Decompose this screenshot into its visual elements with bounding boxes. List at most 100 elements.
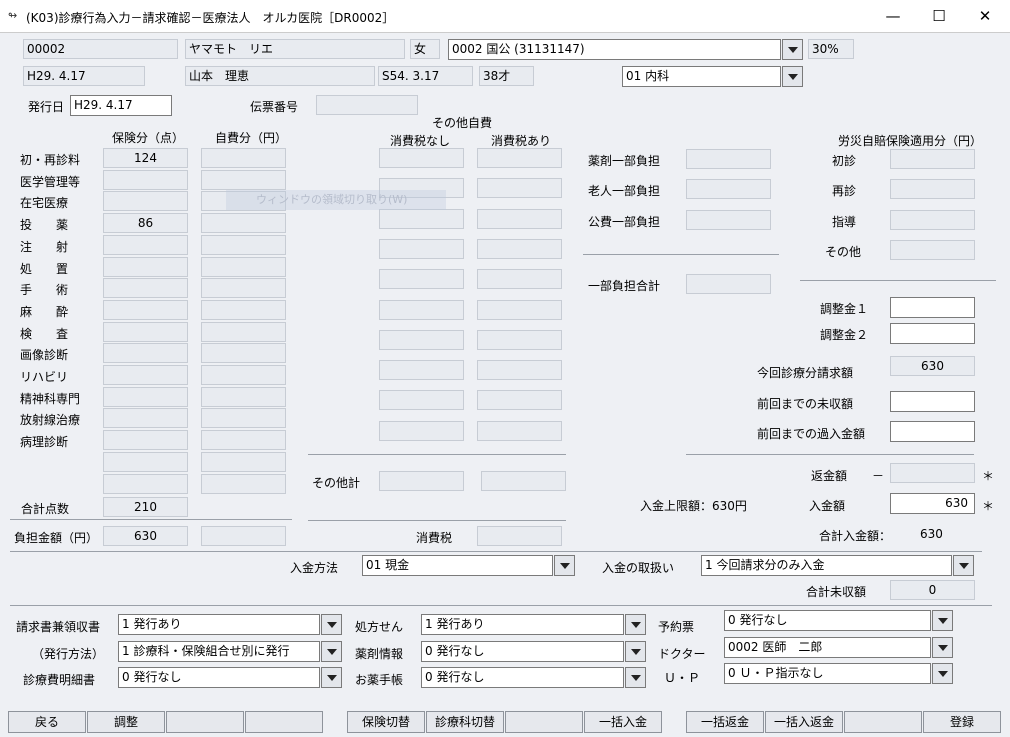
dept-switch-button[interactable]: 診療科切替 [426,711,504,733]
notebook-select[interactable]: 0 発行なし [421,667,646,688]
empty-button[interactable] [844,711,922,733]
minimize-button[interactable]: — [870,0,916,32]
insurance-select[interactable]: 0002 国公 (31131147) [448,39,803,60]
row-label: 精神科専門 [20,392,81,406]
maximize-button[interactable]: ☐ [916,0,962,32]
chevron-down-icon[interactable] [953,555,974,576]
empty-button[interactable] [166,711,244,733]
chevron-down-icon[interactable] [625,641,646,662]
bulk-refund-button[interactable]: 一括返金 [686,711,764,733]
row-hoken: 86 [103,213,188,233]
other-jihi-tax-none-field [379,300,464,320]
adj2-input[interactable] [890,323,975,344]
burden-rate: 30% [808,39,854,59]
issue-method-select[interactable]: 1 診療科・保険組合せ別に発行 [118,641,342,662]
title-bar: ↬ (K03)診療行為入力－請求確認－医療法人 オルカ医院［DR0002］ — … [0,0,1010,33]
close-button[interactable]: ✕ [962,0,1008,32]
chevron-down-icon[interactable] [625,667,646,688]
deposit-input[interactable]: 630 [890,493,975,514]
row-label: 在宅医療 [20,196,69,210]
row-label: 検 査 [20,327,69,341]
other-jihi-tax-incl-field [477,421,562,441]
chevron-down-icon[interactable] [932,663,953,684]
row-label: 麻 酔 [20,305,69,319]
other-jihi-tax-none-field [379,360,464,380]
tax-amount [477,526,562,546]
rosai-revisit-label: 再診 [832,184,857,198]
deposit-label: 入金額 [809,499,846,513]
detail-label: 診療費明細書 [23,673,96,687]
drug-partial-label: 薬剤一部負担 [588,154,661,168]
row-hoken [103,300,188,320]
doctor-select[interactable]: 0002 医師 二郎 [724,637,953,658]
row-hoken [103,278,188,298]
chevron-down-icon[interactable] [782,66,803,87]
divider [686,454,974,455]
row-jihi [201,387,286,407]
receipt-select[interactable]: 1 発行あり [118,614,342,635]
window-title: (K03)診療行為入力－請求確認－医療法人 オルカ医院［DR0002］ [26,11,395,25]
adj1-label: 調整金１ [820,302,869,316]
other-jihi-tax-incl-field [477,269,562,289]
register-button[interactable]: 登録 [923,711,1001,733]
header-tax-incl: 消費税あり [491,134,552,148]
row-jihi [201,408,286,428]
rx-select[interactable]: 1 発行あり [421,614,646,635]
bulk-deposit-button[interactable]: 一括入金 [584,711,662,733]
druginfo-value: 0 発行なし [421,641,624,662]
other-jihi-tax-none-field [379,239,464,259]
unpaid-input[interactable] [890,391,975,412]
detail-select[interactable]: 0 発行なし [118,667,342,688]
other-jihi-tax-none-field [379,148,464,168]
bulk-deposit-refund-button[interactable]: 一括入返金 [765,711,843,733]
pay-method-select[interactable]: 01 現金 [362,555,575,576]
overpaid-input[interactable] [890,421,975,442]
rosai-other [890,240,975,260]
up-select[interactable]: 0 Ｕ・Ｐ指示なし [724,663,953,684]
row-label: 注 射 [20,240,69,254]
overpaid-label: 前回までの過入金額 [757,427,866,441]
other-jihi-tax-incl-field [477,330,562,350]
patient-kana-name: ヤマモト リエ [185,39,405,59]
chevron-down-icon[interactable] [625,614,646,635]
birth-date: S54. 3.17 [378,66,473,86]
row-label: 放射線治療 [20,413,81,427]
chevron-down-icon[interactable] [554,555,575,576]
row-label: 病理診断 [20,435,69,449]
row-label: リハビリ [20,370,69,384]
row-jihi [201,430,286,450]
divider [10,551,982,552]
notebook-value: 0 発行なし [421,667,624,688]
empty-button[interactable] [505,711,583,733]
adjust-button[interactable]: 調整 [87,711,165,733]
chevron-down-icon[interactable] [321,667,342,688]
public-partial-label: 公費一部負担 [588,215,661,229]
issue-date-input[interactable]: H29. 4.17 [70,95,172,116]
insurance-switch-button[interactable]: 保険切替 [347,711,425,733]
other-jihi-tax-none-field [379,421,464,441]
chevron-down-icon[interactable] [321,641,342,662]
appt-value: 0 発行なし [724,610,931,631]
pay-handling-select[interactable]: 1 今回請求分のみ入金 [701,555,974,576]
chevron-down-icon[interactable] [782,39,803,60]
doctor-value: 0002 医師 二郎 [724,637,931,658]
row-label: 投 薬 [20,218,69,232]
back-button[interactable]: 戻る [8,711,86,733]
row-label: 医学管理等 [20,175,81,189]
empty-button[interactable] [245,711,323,733]
other-jihi-tax-incl-field [477,360,562,380]
elder-partial [686,179,771,199]
row-label: 手 術 [20,283,69,297]
dept-select[interactable]: 01 内科 [622,66,803,87]
claim-amount: 630 [890,356,975,376]
divider [308,454,566,455]
chevron-down-icon[interactable] [932,637,953,658]
druginfo-select[interactable]: 0 発行なし [421,641,646,662]
row-jihi [201,170,286,190]
appt-select[interactable]: 0 発行なし [724,610,953,631]
rx-label: 処方せん [355,620,404,634]
chevron-down-icon[interactable] [932,610,953,631]
rosai-first [890,149,975,169]
chevron-down-icon[interactable] [321,614,342,635]
adj1-input[interactable] [890,297,975,318]
